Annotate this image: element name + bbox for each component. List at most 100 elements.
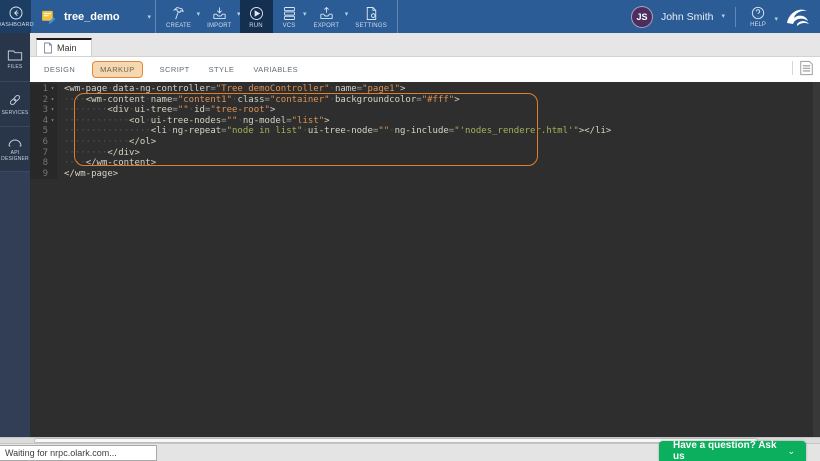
export-button[interactable]: EXPORT ▾ <box>306 0 348 33</box>
code-line[interactable]: 3▾········<div·ui-tree=""·id="tree-root"… <box>30 105 820 116</box>
help-button[interactable]: HELP ▾ <box>746 5 776 28</box>
export-tray-icon <box>318 5 335 22</box>
fold-caret-icon[interactable]: ▾ <box>48 95 57 106</box>
fold-caret-icon[interactable]: ▾ <box>48 116 57 127</box>
tab-style[interactable]: STYLE <box>207 62 237 77</box>
vcs-button[interactable]: VCS ▾ <box>273 0 306 33</box>
toolbar-divider <box>155 0 156 33</box>
code-line[interactable]: 6 ············</ol> <box>30 137 820 148</box>
browser-status: Waiting for nrpc.olark.com... <box>0 445 157 461</box>
fold-caret-icon <box>48 158 57 169</box>
folder-icon <box>7 48 23 62</box>
line-number: 2 <box>30 95 48 106</box>
markup-snippet-icon[interactable] <box>799 60 814 76</box>
sidebar-item-label: API DESIGNER <box>0 150 30 163</box>
top-toolbar: DASHBOARD tree_demo ▾ CREATE ▾ IMPORT ▾ … <box>0 0 820 33</box>
code-line[interactable]: 4▾············<ol·ui-tree-nodes=""·ng-mo… <box>30 116 820 127</box>
code-text: ············</ol> <box>57 137 156 148</box>
fold-caret-icon[interactable]: ▾ <box>48 105 57 116</box>
tab-variables[interactable]: VARIABLES <box>251 62 300 77</box>
tab-design[interactable]: DESIGN <box>42 62 77 77</box>
project-icon <box>40 8 57 25</box>
editor-subtabs: DESIGN MARKUP SCRIPT STYLE VARIABLES <box>30 57 820 82</box>
code-text: ········</div> <box>57 148 140 159</box>
toolbar-right: JS John Smith ▾ HELP ▾ <box>631 0 820 33</box>
arc-icon <box>7 136 23 148</box>
hammer-icon <box>170 5 187 22</box>
create-label: CREATE <box>166 23 191 29</box>
dashboard-button[interactable]: DASHBOARD <box>0 0 31 33</box>
wavemaker-studio: DASHBOARD tree_demo ▾ CREATE ▾ IMPORT ▾ … <box>0 0 820 461</box>
page-tabstrip: Main <box>30 33 820 57</box>
subtab-divider <box>792 61 793 75</box>
line-number: 9 <box>30 169 48 180</box>
run-label: RUN <box>249 23 263 29</box>
code-editor[interactable]: 1▾<wm-page·data-ng-controller="Tree demo… <box>30 82 820 437</box>
main-area: Main DESIGN MARKUP SCRIPT STYLE VARIABLE… <box>30 33 820 437</box>
project-selector[interactable]: tree_demo ▾ <box>31 0 153 33</box>
import-label: IMPORT <box>207 23 231 29</box>
file-gear-icon <box>363 5 380 22</box>
editor-scrollbar[interactable] <box>813 82 820 437</box>
user-avatar[interactable]: JS <box>631 6 653 28</box>
dashboard-label: DASHBOARD <box>0 22 34 28</box>
line-number: 4 <box>30 116 48 127</box>
project-name: tree_demo <box>64 11 120 23</box>
vcs-label: VCS <box>283 23 296 29</box>
tab-markup[interactable]: MARKUP <box>92 61 143 78</box>
sidebar-item-files[interactable]: FILES <box>0 33 30 82</box>
link-icon <box>7 92 23 108</box>
code-line[interactable]: 1▾<wm-page·data-ng-controller="Tree demo… <box>30 84 820 95</box>
line-number: 7 <box>30 148 48 159</box>
tab-main[interactable]: Main <box>36 38 92 56</box>
sidebar-item-api-designer[interactable]: API DESIGNER <box>0 127 30 172</box>
code-text: ················<li·ng-repeat="node in l… <box>57 126 611 137</box>
settings-label: SETTINGS <box>355 23 387 29</box>
fold-caret-icon[interactable]: ▾ <box>48 84 57 95</box>
wavemaker-logo-icon <box>784 3 812 31</box>
document-icon <box>43 42 53 54</box>
import-tray-icon <box>211 5 228 22</box>
caret-down-icon[interactable]: ▾ <box>721 13 725 20</box>
line-number: 6 <box>30 137 48 148</box>
code-text: </wm-page> <box>57 169 118 180</box>
sidebar-item-label: FILES <box>8 64 23 71</box>
help-label: HELP <box>750 22 766 28</box>
tab-main-label: Main <box>57 43 77 53</box>
export-label: EXPORT <box>314 23 340 29</box>
settings-button[interactable]: SETTINGS <box>347 0 395 33</box>
run-button[interactable]: RUN <box>240 0 273 33</box>
caret-down-icon: ▾ <box>147 14 151 21</box>
code-line[interactable]: 7 ········</div> <box>30 148 820 159</box>
tab-script[interactable]: SCRIPT <box>158 62 192 77</box>
line-number: 1 <box>30 84 48 95</box>
olark-chat-button[interactable]: Have a question? Ask us ⌄ <box>659 441 806 461</box>
status-text: Waiting for nrpc.olark.com... <box>5 448 117 458</box>
code-line[interactable]: 8 ····</wm-content> <box>30 158 820 169</box>
line-number: 8 <box>30 158 48 169</box>
code-line[interactable]: 9 </wm-page> <box>30 169 820 180</box>
import-button[interactable]: IMPORT ▾ <box>199 0 239 33</box>
toolbar-divider <box>397 0 398 33</box>
create-button[interactable]: CREATE ▾ <box>158 0 199 33</box>
caret-down-icon: ▾ <box>774 16 778 23</box>
left-sidebar: FILES SERVICES API DESIGNER <box>0 33 30 437</box>
code-lines: 1▾<wm-page·data-ng-controller="Tree demo… <box>30 82 820 179</box>
horizontal-scrollbar-thumb[interactable] <box>34 438 758 443</box>
fold-caret-icon <box>48 126 57 137</box>
fold-caret-icon <box>48 137 57 148</box>
code-text: ········<div·ui-tree=""·id="tree-root"> <box>57 105 275 116</box>
dashboard-icon <box>8 5 24 21</box>
user-name[interactable]: John Smith <box>661 11 714 23</box>
toolbar-divider <box>735 7 736 27</box>
sidebar-item-services[interactable]: SERVICES <box>0 82 30 127</box>
code-text: <wm-page·data-ng-controller="Tree demoCo… <box>57 84 405 95</box>
code-line[interactable]: 2▾····<wm-content·name="content1"·class=… <box>30 95 820 106</box>
sidebar-item-label: SERVICES <box>2 110 29 117</box>
chevron-down-icon: ⌄ <box>787 446 806 457</box>
code-line[interactable]: 5················<li·ng-repeat="node in … <box>30 126 820 137</box>
stack-icon <box>281 5 298 22</box>
code-text: ····</wm-content> <box>57 158 156 169</box>
chat-button-label: Have a question? Ask us <box>659 440 787 461</box>
bottom-bar: Waiting for nrpc.olark.com... Have a que… <box>0 444 820 461</box>
